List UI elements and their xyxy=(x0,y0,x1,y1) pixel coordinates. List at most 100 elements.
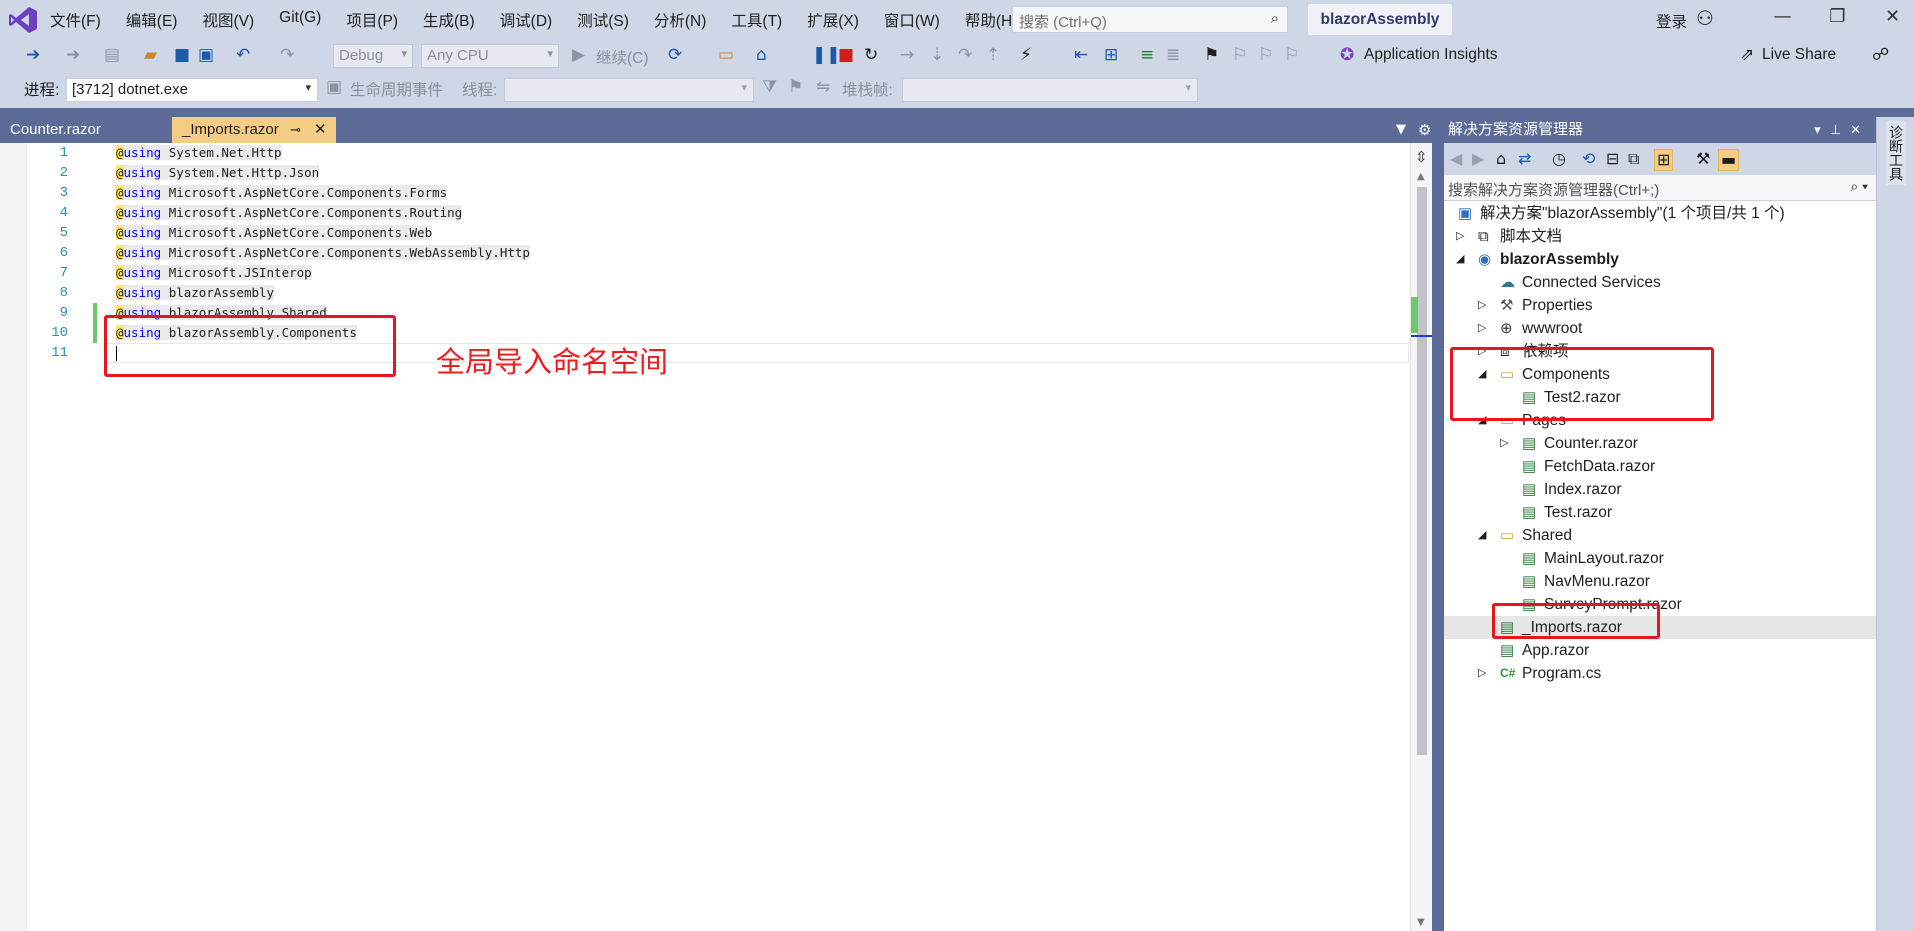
expand-icon[interactable]: ▷ xyxy=(1478,317,1486,340)
step-over-icon[interactable]: ↷ xyxy=(958,45,972,65)
process-select[interactable]: [3712] dotnet.exe xyxy=(66,78,318,102)
expand-icon[interactable]: ▷ xyxy=(1478,662,1486,685)
pending-changes-icon[interactable]: ◷ xyxy=(1552,149,1566,169)
thread-select[interactable] xyxy=(504,78,754,102)
prev-bookmark-icon[interactable]: ⚐ xyxy=(1232,45,1247,65)
show-next-statement-icon[interactable]: → xyxy=(900,45,914,65)
open-folder-icon[interactable]: ▰ xyxy=(144,45,157,65)
solution-platform-select[interactable]: Any CPU xyxy=(421,44,559,68)
save-icon[interactable]: ■ xyxy=(174,45,190,65)
live-share-button[interactable]: Live Share xyxy=(1762,46,1836,64)
collapse-icon[interactable]: ◢ xyxy=(1478,524,1486,547)
menu-project[interactable]: 项目(P) xyxy=(346,9,398,31)
step-into-icon[interactable]: ⇣ xyxy=(930,45,944,65)
show-all-files-icon[interactable]: ⧉ xyxy=(1628,149,1639,169)
panel-splitter[interactable] xyxy=(1432,117,1444,931)
back-icon[interactable]: ◀ xyxy=(1450,149,1462,169)
code-line[interactable]: 7 @using Microsoft.JSInterop xyxy=(0,263,1410,283)
forward-icon[interactable]: ▶ xyxy=(1472,149,1484,169)
menu-help[interactable]: 帮助(H) xyxy=(965,9,1018,31)
tree-node-wwwroot[interactable]: ▷ ⊕ wwwroot xyxy=(1444,317,1876,340)
tree-node-shared[interactable]: ◢ ▭ Shared xyxy=(1444,524,1876,547)
tree-node-program[interactable]: ▷ C# Program.cs xyxy=(1444,662,1876,685)
scroll-up-icon[interactable]: ▲ xyxy=(1417,171,1425,182)
diagnostic-tools-tab[interactable]: 诊断工具 xyxy=(1886,121,1906,185)
tab-counter-razor[interactable]: Counter.razor xyxy=(0,117,170,143)
tree-node-mainlayout[interactable]: ▤ MainLayout.razor xyxy=(1444,547,1876,570)
bookmark-icon[interactable]: ⚑ xyxy=(1204,45,1219,65)
redo-icon[interactable]: ↷ xyxy=(280,45,294,65)
home-icon[interactable]: ⌂ xyxy=(1496,149,1506,169)
format-icon[interactable]: ⊞ xyxy=(1104,45,1118,65)
editor-scrollbar[interactable]: ⇳ ▲ ▼ xyxy=(1410,143,1435,931)
new-item-icon[interactable]: ▤ xyxy=(104,45,120,65)
menu-debug[interactable]: 调试(D) xyxy=(500,9,553,31)
filter-icon[interactable]: ⧩ xyxy=(762,77,777,97)
menu-test[interactable]: 测试(S) xyxy=(577,9,629,31)
tab-overflow-icon[interactable]: ▼ xyxy=(1396,117,1406,143)
lifecycle-events-button[interactable]: 生命周期事件 xyxy=(350,78,443,100)
solution-search-input[interactable]: 搜索解决方案资源管理器(Ctrl+;) ⌕ ▾ xyxy=(1444,175,1876,201)
hot-reload-icon[interactable]: ⚡ xyxy=(1020,45,1032,65)
uncomment-icon[interactable]: ≣ xyxy=(1166,45,1180,65)
undo-icon[interactable]: ↶ xyxy=(236,45,250,65)
pin-icon[interactable]: ⊸ xyxy=(290,117,301,143)
tree-node-script-docs[interactable]: ▷ ⧉ 脚本文档 xyxy=(1444,225,1876,248)
stack-frame-select[interactable] xyxy=(902,78,1198,102)
properties-wrench-icon[interactable]: ⚒ xyxy=(1696,149,1710,169)
pin-icon[interactable]: ⊥ xyxy=(1830,122,1850,137)
code-line[interactable]: 8 @using blazorAssembly xyxy=(0,283,1410,303)
navigate-back-icon[interactable]: ➔ xyxy=(26,45,40,65)
tab-imports-razor[interactable]: _Imports.razor ⊸ ✕ xyxy=(172,117,336,143)
restart-icon[interactable]: ↻ xyxy=(864,45,878,65)
switch-views-icon[interactable]: ⇄ xyxy=(1518,149,1531,169)
close-tab-icon[interactable]: ✕ xyxy=(314,117,327,143)
code-line[interactable]: 5 @using Microsoft.AspNetCore.Components… xyxy=(0,223,1410,243)
scrollbar-thumb[interactable] xyxy=(1417,187,1427,755)
code-editor[interactable]: 1 @using System.Net.Http 2 @using System… xyxy=(0,143,1435,931)
expand-icon[interactable]: ▷ xyxy=(1500,432,1508,455)
scroll-down-icon[interactable]: ▼ xyxy=(1417,917,1425,928)
browse-folder-icon[interactable]: ▭ xyxy=(718,45,734,65)
tree-node-test[interactable]: ▤ Test.razor xyxy=(1444,501,1876,524)
navigate-forward-icon[interactable]: ➜ xyxy=(66,45,80,65)
feedback-icon[interactable]: ☍ xyxy=(1872,45,1889,65)
tree-node-index[interactable]: ▤ Index.razor xyxy=(1444,478,1876,501)
code-line[interactable]: 4 @using Microsoft.AspNetCore.Components… xyxy=(0,203,1410,223)
close-panel-icon[interactable]: ✕ xyxy=(1850,122,1870,137)
menu-view[interactable]: 视图(V) xyxy=(202,9,254,31)
menu-edit[interactable]: 编辑(E) xyxy=(126,9,178,31)
sync-icon[interactable]: ⟲ xyxy=(1582,149,1595,169)
tree-node-properties[interactable]: ▷ ⚒ Properties xyxy=(1444,294,1876,317)
application-insights-button[interactable]: Application Insights xyxy=(1364,46,1498,64)
tree-node-fetchdata[interactable]: ▤ FetchData.razor xyxy=(1444,455,1876,478)
solution-configuration-select[interactable]: Debug xyxy=(333,44,413,68)
code-line[interactable]: 3 @using Microsoft.AspNetCore.Components… xyxy=(0,183,1410,203)
menu-tools[interactable]: 工具(T) xyxy=(731,9,782,31)
stop-icon[interactable]: ■ xyxy=(838,45,854,65)
step-out-icon[interactable]: ⇡ xyxy=(986,45,1000,65)
panel-menu-icon[interactable]: ▾ xyxy=(1814,122,1830,137)
tree-node-project[interactable]: ◢ ◉ blazorAssembly xyxy=(1444,248,1876,271)
next-bookmark-icon[interactable]: ⚐ xyxy=(1258,45,1273,65)
show-threads-icon[interactable]: ⇋ xyxy=(816,77,830,97)
dock-icon[interactable]: ▬ xyxy=(1718,149,1740,171)
code-line[interactable]: 6 @using Microsoft.AspNetCore.Components… xyxy=(0,243,1410,263)
tree-node-connected-services[interactable]: ☁ Connected Services xyxy=(1444,271,1876,294)
menu-build[interactable]: 生成(B) xyxy=(423,9,475,31)
browser-link-icon[interactable]: ⌂ xyxy=(756,45,767,65)
close-window-icon[interactable]: ✕ xyxy=(1865,6,1914,27)
flag-thread-icon[interactable]: ⚑ xyxy=(788,77,803,97)
menu-git[interactable]: Git(G) xyxy=(279,9,321,31)
comment-icon[interactable]: ≡ xyxy=(1140,45,1154,65)
solution-name-badge[interactable]: blazorAssembly xyxy=(1308,4,1452,35)
expand-icon[interactable]: ▷ xyxy=(1478,294,1486,317)
split-editor-icon[interactable]: ⇳ xyxy=(1415,148,1428,166)
add-account-icon[interactable]: ⚇ xyxy=(1696,6,1714,30)
minimize-icon[interactable]: — xyxy=(1755,6,1810,27)
continue-button[interactable]: 继续(C) xyxy=(596,46,649,68)
menu-file[interactable]: 文件(F) xyxy=(50,9,101,31)
collapse-all-icon[interactable]: ⊟ xyxy=(1606,149,1619,169)
preview-selected-icon[interactable]: ⊞ xyxy=(1654,149,1674,171)
pause-icon[interactable]: ❚❚ xyxy=(812,45,841,65)
